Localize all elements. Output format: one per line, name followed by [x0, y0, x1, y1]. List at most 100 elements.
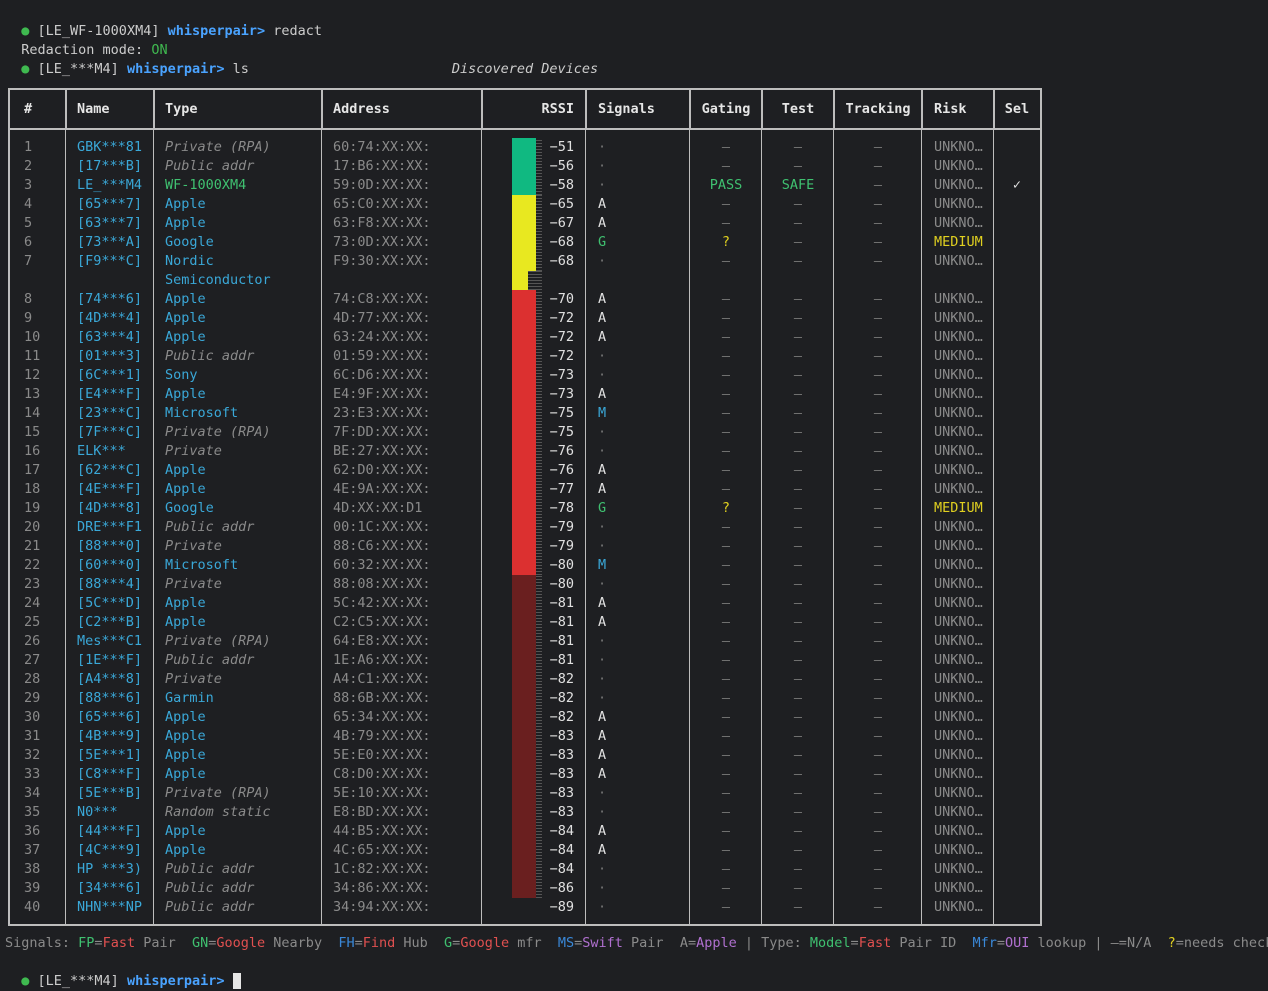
cell-tracking: —: [873, 462, 883, 478]
header-address[interactable]: Address: [333, 90, 390, 128]
cell-tracking: —: [873, 633, 883, 649]
header-num[interactable]: #: [24, 90, 32, 128]
table-row[interactable]: 30 [65***6] Apple 65:34:XX:XX: −82 A — — — UNKNO…: [10, 708, 1040, 727]
header-name[interactable]: Name: [77, 90, 110, 128]
cell-gating: —: [721, 367, 731, 383]
cell-type: Apple: [165, 291, 206, 307]
table-row[interactable]: 37 [4C***9] Apple 4C:65:XX:XX: −84 A — — — UNKNO…: [10, 841, 1040, 860]
cell-address: 63:24:XX:XX:: [333, 329, 431, 345]
cell-rssi: −86: [549, 880, 574, 896]
cell-signals: ·: [598, 443, 607, 459]
cell-index: 34: [24, 785, 41, 801]
terminal-prompt[interactable]: ● [LE_***M4] whisperpair>: [5, 953, 241, 989]
table-row[interactable]: 8 [74***6] Apple 74:C8:XX:XX: −70 A — — — UNKNO…: [10, 290, 1040, 309]
cell-tracking: —: [873, 671, 883, 687]
cell-rssi: −72: [549, 348, 574, 364]
cell-tracking: —: [873, 500, 883, 516]
table-row[interactable]: 21 [88***0] Private 88:C6:XX:XX: −79 · — — — UNKN…: [10, 537, 1040, 556]
cell-rssi: −83: [549, 728, 574, 744]
table-row[interactable]: 38 HP ***3) Public addr 1C:82:XX:XX: −84 · — — —…: [10, 860, 1040, 879]
table-row[interactable]: 6 [73***A] Google 73:0D:XX:XX: −68 G? — — MEDIUM: [10, 233, 1040, 252]
table-row[interactable]: 10 [63***4] Apple 63:24:XX:XX: −72 A — — — UNKNO…: [10, 328, 1040, 347]
table-row[interactable]: 20 DRE***F1 Public addr 00:1C:XX:XX: −79 · — — —…: [10, 518, 1040, 537]
cell-gating: —: [721, 652, 731, 668]
table-row[interactable]: 5 [63***7] Apple 63:F8:XX:XX: −67 A — — — UNKNO…: [10, 214, 1040, 233]
table-row[interactable]: 7 [F9***C] Nordic F9:30:XX:XX: −68 · — — — UNKNO…: [10, 252, 1040, 271]
header-signals[interactable]: Signals: [598, 90, 655, 128]
cell-rssi: −58: [549, 177, 574, 193]
table-row[interactable]: 32 [5E***1] Apple 5E:E0:XX:XX: −83 A — — — UNKNO…: [10, 746, 1040, 765]
cell-address: BE:27:XX:XX:: [333, 443, 431, 459]
table-row[interactable]: 35 N0*** Random static E8:BD:XX:XX: −83 · — — — U…: [10, 803, 1040, 822]
table-row[interactable]: 19 [4D***8] Google 4D:XX:XX:D1 −78 G? — — MEDIUM: [10, 499, 1040, 518]
cell-address: 00:1C:XX:XX:: [333, 519, 431, 535]
cell-risk: UNKNO…: [934, 310, 983, 326]
cell-gating: —: [721, 139, 731, 155]
table-row[interactable]: 28 [A4***8] Private A4:C1:XX:XX: −82 · — — — UNKN…: [10, 670, 1040, 689]
table-row[interactable]: 18 [4E***F] Apple 4E:9A:XX:XX: −77 A — — — UNKNO…: [10, 480, 1040, 499]
cell-address: 5E:10:XX:XX:: [333, 785, 431, 801]
table-row[interactable]: 24 [5C***D] Apple 5C:42:XX:XX: −81 A — — — UNKNO…: [10, 594, 1040, 613]
header-test[interactable]: Test: [762, 90, 834, 128]
table-row[interactable]: 29 [88***6] Garmin 88:6B:XX:XX: −82 · — — — UNKNO…: [10, 689, 1040, 708]
table-row[interactable]: 1 GBK***81 Private (RPA) 60:74:XX:XX: −51 · — —…: [10, 138, 1040, 157]
cell-address: 1E:A6:XX:XX:: [333, 652, 431, 668]
table-row[interactable]: 26 Mes***C1 Private (RPA) 64:E8:XX:XX: −81 · —…: [10, 632, 1040, 651]
table-row[interactable]: 16 ELK*** Private BE:27:XX:XX: −76 · — — — UNKNO…: [10, 442, 1040, 461]
table-row[interactable]: 23 [88***4] Private 88:08:XX:XX: −80 · — — — UNKN…: [10, 575, 1040, 594]
prompt-input[interactable]: [225, 973, 233, 989]
table-row[interactable]: 25 [C2***B] Apple C2:C5:XX:XX: −81 A — — — UNKNO…: [10, 613, 1040, 632]
cell-risk: UNKNO…: [934, 728, 983, 744]
cell-address: 4E:9A:XX:XX:: [333, 481, 431, 497]
cell-index: 33: [24, 766, 41, 782]
cell-rssi: −82: [549, 671, 574, 687]
cell-rssi: −67: [549, 215, 574, 231]
header-type[interactable]: Type: [165, 90, 198, 128]
cell-address: 88:C6:XX:XX:: [333, 538, 431, 554]
table-row[interactable]: 31 [4B***9] Apple 4B:79:XX:XX: −83 A — — — UNKNO…: [10, 727, 1040, 746]
header-rssi[interactable]: RSSI: [482, 90, 574, 128]
table-row[interactable]: 14 [23***C] Microsoft 23:E3:XX:XX: −75 M — — — UN…: [10, 404, 1040, 423]
table-row[interactable]: 12 [6C***1] Sony 6C:D6:XX:XX: −73 · — — — UNKNO…: [10, 366, 1040, 385]
header-tracking[interactable]: Tracking: [834, 90, 922, 128]
table-row[interactable]: 22 [60***0] Microsoft 60:32:XX:XX: −80 M — — — UN…: [10, 556, 1040, 575]
legend-part: =: [94, 935, 103, 951]
header-gating[interactable]: Gating: [690, 90, 762, 128]
header-sel[interactable]: Sel: [994, 90, 1040, 128]
cell-test: —: [793, 728, 803, 744]
cell-gating: —: [721, 443, 731, 459]
cell-rssi: −68: [549, 234, 574, 250]
table-row[interactable]: 15 [7F***C] Private (RPA) 7F:DD:XX:XX: −75 · —…: [10, 423, 1040, 442]
table-row[interactable]: 34 [5E***B] Private (RPA) 5E:10:XX:XX: −83 · —…: [10, 784, 1040, 803]
cell-gating: —: [721, 690, 731, 706]
table-row[interactable]: 17 [62***C] Apple 62:D0:XX:XX: −76 A — — — UNKNO…: [10, 461, 1040, 480]
table-row[interactable]: 36 [44***F] Apple 44:B5:XX:XX: −84 A — — — UNKNO…: [10, 822, 1040, 841]
table-row[interactable]: 2 [17***B] Public addr 17:B6:XX:XX: −56 · — — — U…: [10, 157, 1040, 176]
header-column-divider: [321, 90, 323, 128]
table-row[interactable]: 11 [01***3] Public addr 01:59:XX:XX: −72 · — — —…: [10, 347, 1040, 366]
table-row[interactable]: 9 [4D***4] Apple 4D:77:XX:XX: −72 A — — — UNKNO…: [10, 309, 1040, 328]
cell-gating: —: [721, 747, 731, 763]
legend-part: Model: [809, 935, 851, 951]
table-row[interactable]: 3 LE_***M4 WF-1000XM4 59:0D:XX:XX: −58 · PASS S…: [10, 176, 1040, 195]
table-row[interactable]: 13 [E4***F] Apple E4:9F:XX:XX: −73 A — — — UNKNO…: [10, 385, 1040, 404]
cell-gating: —: [721, 253, 731, 269]
cell-gating: —: [721, 215, 731, 231]
table-row[interactable]: 39 [34***6] Public addr 34:86:XX:XX: −86 · — — —…: [10, 879, 1040, 898]
cell-tracking: —: [873, 310, 883, 326]
cell-tracking: —: [873, 595, 883, 611]
header-risk[interactable]: Risk: [934, 90, 967, 128]
table-row[interactable]: 27 [1E***F] Public addr 1E:A6:XX:XX: −81 · — — —…: [10, 651, 1040, 670]
legend-part: FH: [338, 935, 355, 951]
cell-type: WF-1000XM4: [165, 177, 247, 193]
cell-gating: —: [721, 861, 731, 877]
legend-part: Fast: [102, 935, 136, 951]
cell-rssi: −72: [549, 329, 574, 345]
table-row[interactable]: 40 NHN***NP Public addr 34:94:XX:XX: −89 · — — —…: [10, 898, 1040, 917]
cell-signals: A: [598, 462, 607, 478]
cell-name: [73***A]: [77, 234, 143, 250]
terminal-line-redaction-mode: Redaction mode: ON: [5, 22, 167, 58]
table-row[interactable]: 4 [65***7] Apple 65:C0:XX:XX: −65 A — — — UNKNO…: [10, 195, 1040, 214]
cell-signals: A: [598, 823, 607, 839]
table-row[interactable]: 33 [C8***F] Apple C8:D0:XX:XX: −83 A — — — UNKNO…: [10, 765, 1040, 784]
